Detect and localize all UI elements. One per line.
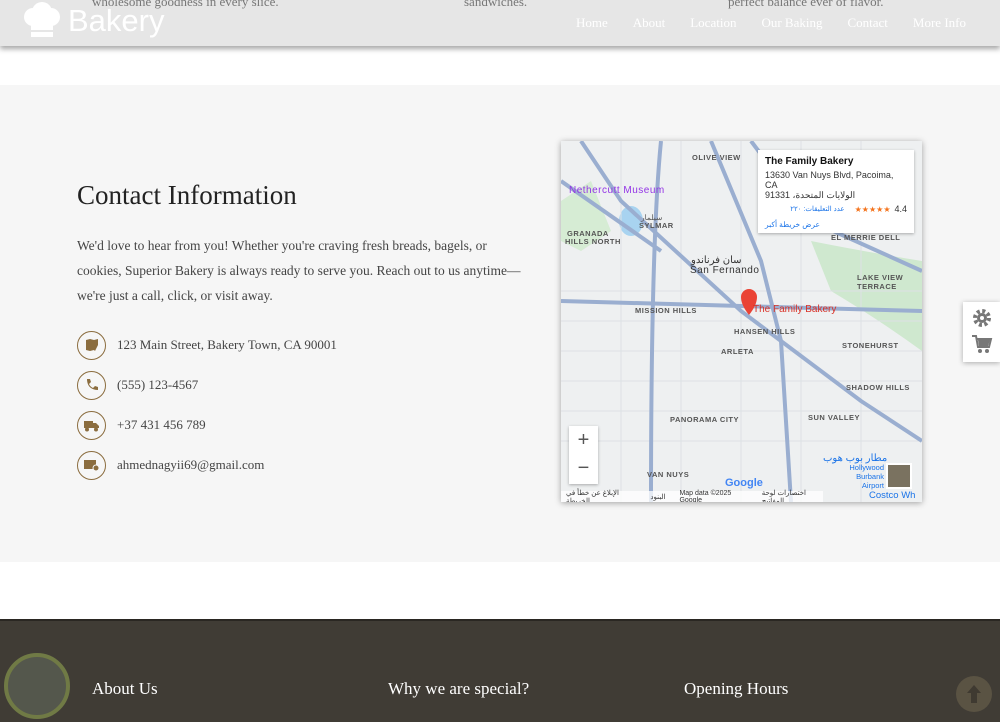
map-label: Hollywood Burbank Airport [849, 463, 884, 490]
google-map[interactable]: OLIVE VIEW Nethercutt Museum سيلمار SYLM… [561, 141, 922, 502]
behind-text: perfect balance ever of flavor. [728, 0, 884, 9]
larger-map-link[interactable]: عرض خريطة أكبر [765, 220, 907, 229]
main-nav: Home About Location Our Baking Contact M… [576, 15, 966, 31]
gear-icon[interactable] [972, 308, 992, 328]
reviews-link[interactable]: عدد التعليقات: ٢٢٠ [790, 205, 844, 213]
map-label: STONEHURST [842, 341, 899, 350]
contact-title: Contact Information [77, 180, 297, 210]
map-label: EL MERRIE DELL [831, 233, 901, 242]
satellite-toggle[interactable] [886, 463, 912, 489]
map-label[interactable]: Nethercutt Museum [569, 185, 665, 196]
map-pin-label[interactable]: The Family Bakery [753, 304, 836, 315]
email-text: ahmednagyii69@gmail.com [117, 457, 265, 472]
zoom-controls: + − [569, 426, 598, 484]
footer: About Us Why we are special? Opening Hou… [0, 619, 1000, 722]
map-label: ARLETA [721, 347, 754, 356]
zoom-in-button[interactable]: + [569, 426, 598, 454]
footer-hours-heading: Opening Hours [684, 679, 789, 698]
map-label: HANSEN HILLS [734, 327, 796, 336]
report-error-link[interactable]: الإبلاغ عن خطأ في الخريطة [566, 489, 636, 503]
contact-list: 123 Main Street, Bakery Town, CA 90001 (… [77, 325, 337, 485]
nav-location[interactable]: Location [690, 15, 736, 31]
contact-delivery[interactable]: +37 431 456 789 [77, 405, 337, 445]
footer-about-heading: About Us [92, 679, 158, 698]
phone-text: (555) 123-4567 [117, 377, 199, 392]
map-label: SUN VALLEY [808, 413, 860, 422]
map-label: San Fernando [690, 265, 760, 276]
place-address-country: 91331 ،الولايات المتحدة [765, 190, 856, 200]
place-name: The Family Bakery [765, 156, 854, 167]
nav-more-info[interactable]: More Info [913, 15, 966, 31]
map-label: PANORAMA CITY [670, 415, 739, 424]
map-label: MISSION HILLS [635, 306, 697, 315]
truck-icon [77, 410, 106, 440]
nav-about[interactable]: About [633, 15, 666, 31]
contact-phone[interactable]: (555) 123-4567 [77, 365, 337, 405]
arrow-up-icon [967, 685, 981, 703]
behind-text: sandwiches. [464, 0, 528, 9]
map-label: SHADOW HILLS [846, 383, 910, 392]
phone-icon [77, 370, 106, 400]
side-widget [963, 302, 1000, 362]
place-address: 13630 Van Nuys Blvd, Pacoima, CA [765, 170, 894, 190]
brand-logo[interactable]: Bakery [20, 2, 164, 40]
map-label: OLIVE VIEW [692, 153, 741, 162]
map-label: HILLS NORTH [565, 237, 621, 246]
map-label: SYLMAR [639, 221, 674, 230]
keyboard-shortcuts-link[interactable]: اختصارات لوحة المفاتيح [762, 489, 823, 503]
contact-intro: We'd love to hear from you! Whether you'… [77, 238, 521, 303]
delivery-phone-text: +37 431 456 789 [117, 417, 206, 432]
brand-name: Bakery [68, 3, 165, 38]
envelope-icon [77, 450, 106, 480]
address-text: 123 Main Street, Bakery Town, CA 90001 [117, 337, 337, 352]
map-data-text: Map data ©2025 Google [679, 489, 732, 503]
map-label: LAKE VIEW TERRACE [857, 273, 904, 291]
watermark-logo [4, 653, 70, 719]
nav-contact[interactable]: Contact [847, 15, 887, 31]
map-marker-icon [77, 330, 106, 360]
map-label: Costco Wh [869, 490, 916, 501]
header: wholesome goodness in every slice. sandw… [0, 0, 1000, 46]
contact-address: 123 Main Street, Bakery Town, CA 90001 [77, 325, 337, 365]
footer-special-heading: Why we are special? [388, 679, 530, 698]
map-label: VAN NUYS [647, 470, 690, 479]
nav-home[interactable]: Home [576, 15, 608, 31]
map-attribution: الإبلاغ عن خطأ في الخريطة البنود Map dat… [561, 489, 823, 503]
zoom-out-button[interactable]: − [569, 454, 598, 482]
contact-email[interactable]: ahmednagyii69@gmail.com [77, 445, 337, 485]
terms-link[interactable]: البنود [650, 493, 665, 501]
nav-our-baking[interactable]: Our Baking [761, 15, 822, 31]
cart-icon[interactable] [971, 334, 993, 354]
chef-hat-icon [24, 2, 60, 37]
place-card: The Family Bakery 13630 Van Nuys Blvd, P… [758, 150, 914, 233]
google-logo: Google [725, 477, 763, 489]
rating-value: 4.4 [894, 204, 907, 214]
scroll-to-top-button[interactable] [956, 676, 992, 712]
rating-stars: ★★★★★ [854, 204, 891, 214]
